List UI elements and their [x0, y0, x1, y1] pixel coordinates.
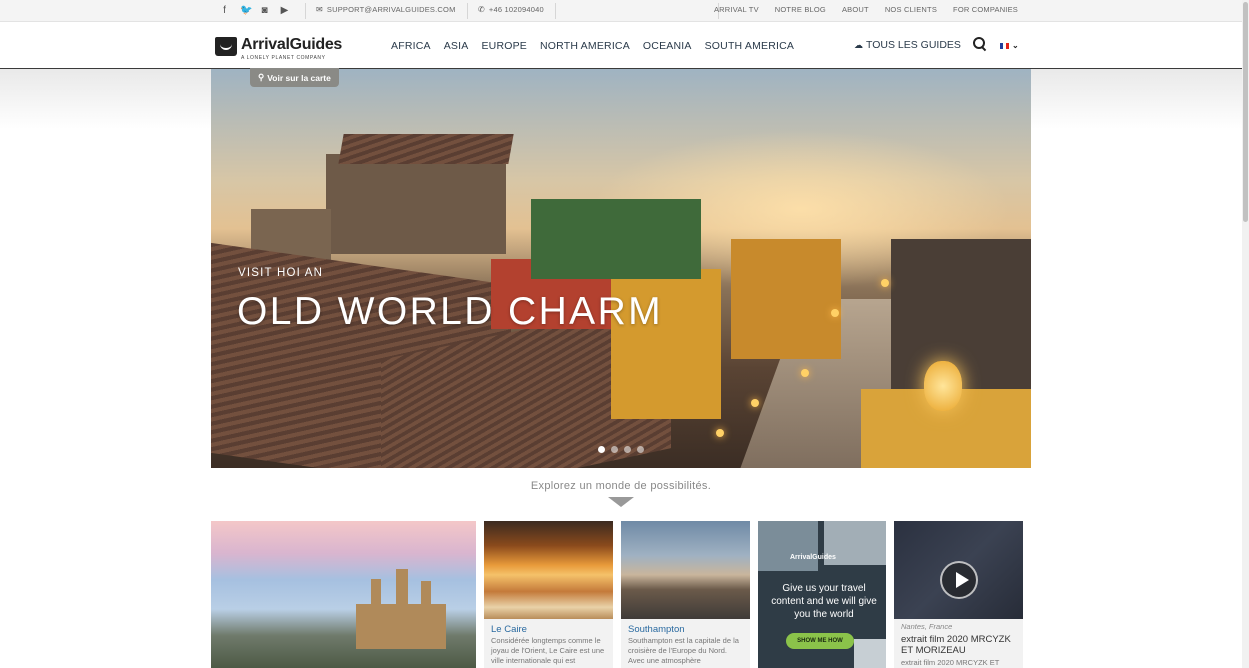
nav-item-asia[interactable]: ASIA: [444, 40, 469, 52]
nav-item-north-america[interactable]: NORTH AMERICA: [540, 40, 630, 52]
logo[interactable]: ArrivalGuides A LONELY PLANET COMPANY: [215, 37, 342, 61]
hero-lantern: [801, 369, 809, 377]
phone-number: +46 102094040: [488, 5, 544, 14]
slider-dot[interactable]: [624, 446, 631, 453]
top-utility-bar: f 🐦 ◙ ▶ ✉ SUPPORT@ARRIVALGUIDES.COM ✆ +4…: [0, 0, 1249, 22]
phone-link[interactable]: ✆ +46 102094040: [478, 5, 544, 14]
all-guides-label: TOUS LES GUIDES: [866, 39, 961, 51]
featured-destination-card[interactable]: [211, 521, 476, 668]
card-title[interactable]: Southampton: [628, 624, 685, 635]
hero-lantern: [751, 399, 759, 407]
top-link-clients[interactable]: NOS CLIENTS: [885, 5, 937, 14]
cloud-download-icon: ☁: [854, 39, 863, 50]
page-scrollbar[interactable]: [1242, 0, 1249, 668]
hero-lantern: [924, 361, 962, 411]
logo-book-icon: [215, 37, 237, 56]
envelope-icon: ✉: [316, 5, 323, 14]
hero-lantern: [831, 309, 839, 317]
card-description: Southampton est la capitale de la croisi…: [628, 636, 739, 665]
castle-tower: [396, 569, 408, 609]
slider-dots: [598, 446, 644, 453]
logo-name: ArrivalGuides: [241, 36, 343, 53]
chevron-down-icon: ⌄: [1012, 41, 1019, 50]
castle-wall: [356, 604, 446, 649]
top-link-arrival-tv[interactable]: ARRIVAL TV: [714, 5, 759, 14]
phone-icon: ✆: [478, 5, 485, 14]
destination-card[interactable]: Southampton Southampton est la capitale …: [621, 521, 750, 668]
castle-tower: [421, 581, 431, 609]
hero-lantern: [716, 429, 724, 437]
top-link-blog[interactable]: NOTRE BLOG: [775, 5, 826, 14]
destination-card[interactable]: Le Caire Considérée longtemps comme le j…: [484, 521, 613, 668]
caret-down-icon: [608, 497, 634, 507]
card-location: Nantes, France: [901, 622, 953, 631]
facebook-icon[interactable]: f: [220, 4, 229, 18]
card-description: extrait film 2020 MRCYZK ET: [901, 658, 1000, 667]
castle-illustration: [336, 569, 466, 649]
slider-dot[interactable]: [611, 446, 618, 453]
view-map-button[interactable]: ⚲ Voir sur la carte: [250, 68, 339, 87]
view-map-label: Voir sur la carte: [267, 72, 331, 83]
explore-tagline: Explorez un monde de possibilités.: [530, 480, 712, 492]
play-icon[interactable]: [940, 561, 978, 599]
castle-tower: [371, 579, 381, 609]
logo-subtitle: A LONELY PLANET COMPANY: [241, 55, 326, 61]
card-title[interactable]: Le Caire: [491, 624, 527, 635]
top-link-companies[interactable]: FOR COMPANIES: [953, 5, 1018, 14]
divider: [305, 3, 306, 19]
divider: [467, 3, 468, 19]
hero-slider[interactable]: [211, 69, 1031, 468]
nav-item-oceania[interactable]: OCEANIA: [643, 40, 692, 52]
promo-card[interactable]: ArrivalGuides Give us your travel conten…: [758, 521, 886, 668]
card-description: Considérée longtemps comme le joyau de l…: [491, 636, 605, 665]
slider-dot[interactable]: [598, 446, 605, 453]
hero-title: OLD WORLD CHARM: [237, 290, 664, 333]
search-icon[interactable]: [973, 37, 987, 51]
twitter-icon[interactable]: 🐦: [240, 4, 252, 18]
main-navigation: ArrivalGuides A LONELY PLANET COMPANY AF…: [0, 22, 1249, 69]
hero-trees: [531, 199, 701, 279]
social-links: f 🐦 ◙ ▶: [220, 4, 289, 18]
map-pin-icon: ⚲: [258, 72, 265, 82]
hero-building: [731, 239, 841, 359]
support-email: SUPPORT@ARRIVALGUIDES.COM: [326, 5, 456, 14]
hero-building: [326, 154, 506, 254]
scrollbar-thumb[interactable]: [1243, 2, 1248, 222]
region-menu: AFRICA ASIA EUROPE NORTH AMERICA OCEANIA…: [391, 40, 794, 52]
top-link-about[interactable]: ABOUT: [842, 5, 869, 14]
language-selector[interactable]: ⌄: [1000, 41, 1019, 50]
promo-photo: [758, 521, 818, 571]
promo-text: Give us your travel content and we will …: [771, 583, 877, 620]
promo-photo: [854, 639, 886, 668]
all-guides-link[interactable]: ☁ TOUS LES GUIDES: [854, 39, 961, 51]
hero-lantern: [881, 279, 889, 287]
nav-item-europe[interactable]: EUROPE: [481, 40, 527, 52]
top-links: ARRIVAL TV NOTRE BLOG ABOUT NOS CLIENTS …: [714, 5, 1018, 14]
instagram-icon[interactable]: ◙: [260, 4, 269, 18]
promo-logo: ArrivalGuides: [790, 554, 836, 561]
show-me-how-button[interactable]: SHOW ME HOW: [786, 633, 854, 649]
youtube-icon[interactable]: ▶: [280, 4, 289, 18]
france-flag-icon: [1000, 42, 1009, 49]
card-title[interactable]: extrait film 2020 MRCYZK ET MORIZEAU: [901, 634, 1021, 656]
slider-dot[interactable]: [637, 446, 644, 453]
cairo-image: [484, 521, 613, 619]
hero-roof: [338, 134, 514, 164]
hero-kicker: VISIT HOI AN: [238, 267, 324, 279]
flag-stripe-red: [1006, 42, 1009, 49]
divider: [555, 3, 556, 19]
nav-item-africa[interactable]: AFRICA: [391, 40, 431, 52]
southampton-image: [621, 521, 750, 619]
nav-item-south-america[interactable]: SOUTH AMERICA: [705, 40, 795, 52]
support-email-link[interactable]: ✉ SUPPORT@ARRIVALGUIDES.COM: [316, 5, 456, 14]
